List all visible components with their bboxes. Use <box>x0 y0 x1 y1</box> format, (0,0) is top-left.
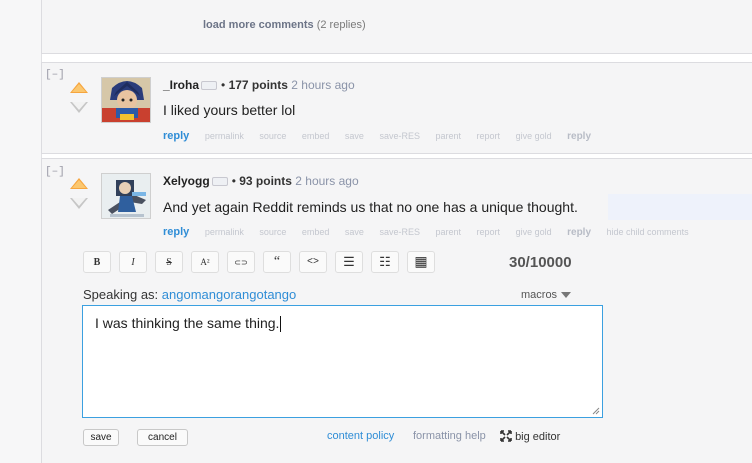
username[interactable]: _Iroha <box>163 78 199 92</box>
italic-icon[interactable]: I <box>119 251 147 273</box>
reply-text: I was thinking the same thing. <box>95 315 280 331</box>
left-gutter <box>0 0 42 463</box>
comment-actions: reply permalink source embed save save-R… <box>163 226 702 238</box>
avatar[interactable] <box>101 77 151 123</box>
speaking-as: Speaking as: angomangorangotango <box>83 287 296 302</box>
downvote-arrow-icon[interactable] <box>70 102 88 113</box>
report-link[interactable]: report <box>477 131 501 141</box>
score: 177 points <box>228 78 288 92</box>
speaking-as-account[interactable]: angomangorangotango <box>162 287 296 302</box>
strikethrough-icon[interactable]: S <box>155 251 183 273</box>
chevron-down-icon <box>561 292 572 299</box>
big-editor-button[interactable]: big editor <box>500 430 560 443</box>
collapse-toggle[interactable]: [–] <box>45 166 65 178</box>
load-more-comments[interactable]: load more comments (2 replies) <box>203 19 366 31</box>
reply-button-secondary[interactable]: reply <box>567 227 591 238</box>
save-res-link[interactable]: save-RES <box>379 227 420 237</box>
parent-link[interactable]: parent <box>435 131 461 141</box>
bullet-list-icon[interactable]: ☰ <box>335 251 363 273</box>
load-more-count: (2 replies) <box>316 19 366 31</box>
embed-link[interactable]: embed <box>302 227 330 237</box>
timestamp[interactable]: 2 hours ago <box>295 174 358 188</box>
reply-button[interactable]: reply <box>163 226 189 238</box>
downvote-arrow-icon[interactable] <box>70 198 88 209</box>
username[interactable]: Xelyogg <box>163 174 210 188</box>
macros-dropdown[interactable]: macros <box>521 289 572 301</box>
reply-button[interactable]: reply <box>163 130 189 142</box>
bold-icon[interactable]: B <box>83 251 111 273</box>
code-icon[interactable]: <> <box>299 251 327 273</box>
comment-body: And yet again Reddit reminds us that no … <box>163 199 578 215</box>
load-more-container <box>41 0 752 54</box>
macros-label: macros <box>521 289 558 301</box>
report-link[interactable]: report <box>477 227 501 237</box>
save-res-link[interactable]: save-RES <box>379 131 420 141</box>
content-policy-link[interactable]: content policy <box>327 430 394 442</box>
give-gold-link[interactable]: give gold <box>516 227 552 237</box>
comment-meta: _Iroha • 177 points 2 hours ago <box>163 78 355 92</box>
hide-child-comments-link[interactable]: hide child comments <box>607 227 689 237</box>
comment-meta: Xelyogg • 93 points 2 hours ago <box>163 174 359 188</box>
comment-highlight <box>608 194 752 220</box>
permalink-link[interactable]: permalink <box>205 227 244 237</box>
upvote-arrow-icon[interactable] <box>70 82 88 93</box>
flair-icon <box>211 177 228 187</box>
link-icon[interactable]: ⊂⊃ <box>227 251 255 273</box>
source-link[interactable]: source <box>259 227 286 237</box>
cancel-button[interactable]: cancel <box>137 429 188 446</box>
parent-link[interactable]: parent <box>435 227 461 237</box>
comment-actions: reply permalink source embed save save-R… <box>163 130 604 142</box>
load-more-link[interactable]: load more comments <box>203 19 314 31</box>
flair-icon <box>201 81 218 91</box>
avatar[interactable] <box>101 173 151 219</box>
resize-handle-icon[interactable] <box>592 407 600 415</box>
speaking-as-label: Speaking as: <box>83 287 159 302</box>
superscript-icon[interactable]: A² <box>191 251 219 273</box>
comment-body: I liked yours better lol <box>163 102 296 118</box>
give-gold-link[interactable]: give gold <box>516 131 552 141</box>
numbered-list-icon[interactable]: ☷ <box>371 251 399 273</box>
formatting-help-link[interactable]: formatting help <box>413 430 486 442</box>
table-icon[interactable]: ▦ <box>407 251 435 273</box>
text-caret <box>280 316 282 333</box>
character-counter: 30/10000 <box>509 254 572 271</box>
score: 93 points <box>239 174 292 188</box>
save-link[interactable]: save <box>345 131 364 141</box>
collapse-toggle[interactable]: [–] <box>45 69 65 81</box>
expand-icon <box>500 430 512 442</box>
permalink-link[interactable]: permalink <box>205 131 244 141</box>
save-link[interactable]: save <box>345 227 364 237</box>
save-button[interactable]: save <box>83 429 119 446</box>
timestamp[interactable]: 2 hours ago <box>291 78 354 92</box>
quote-icon[interactable]: “ <box>263 251 291 273</box>
reply-button-secondary[interactable]: reply <box>567 131 591 142</box>
embed-link[interactable]: embed <box>302 131 330 141</box>
upvote-arrow-icon[interactable] <box>70 178 88 189</box>
reply-textarea[interactable]: I was thinking the same thing. <box>82 305 603 418</box>
source-link[interactable]: source <box>259 131 286 141</box>
